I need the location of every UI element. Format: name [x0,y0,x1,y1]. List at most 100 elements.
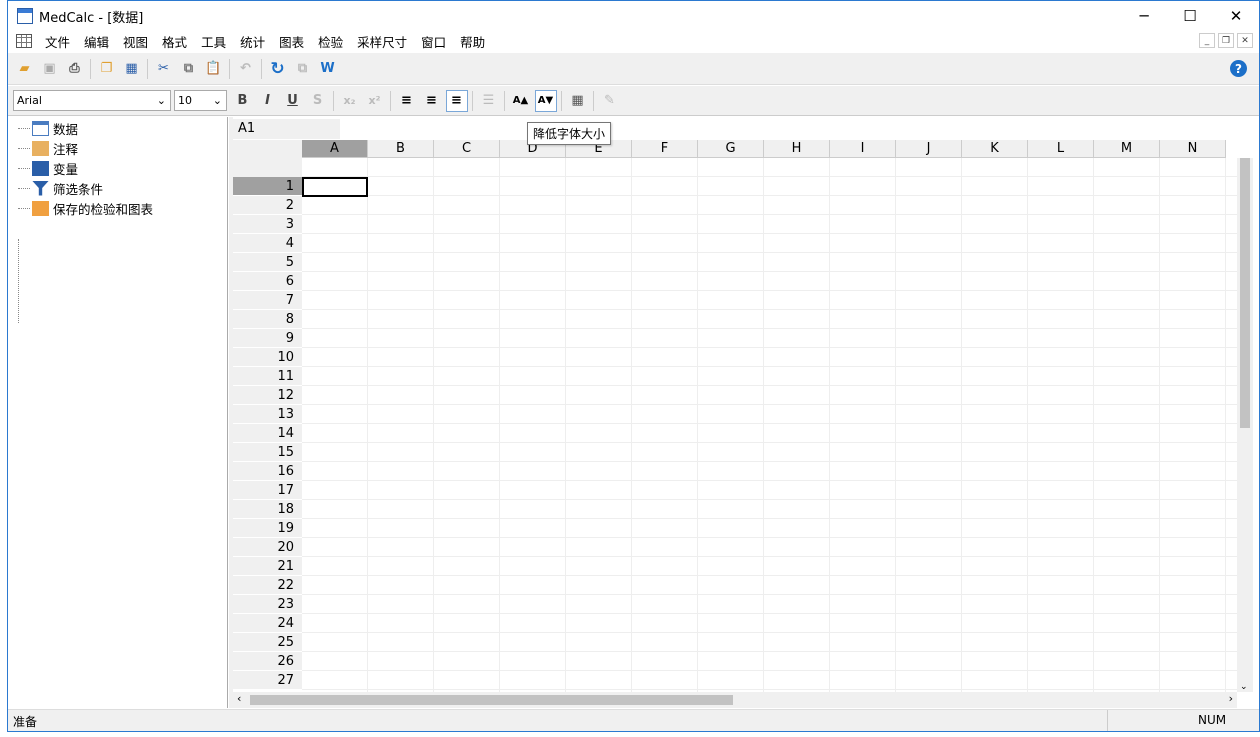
column-header[interactable]: I [830,140,896,158]
superscript-button[interactable]: x² [364,90,386,112]
column-header[interactable]: F [632,140,698,158]
align-left-icon[interactable]: ≡ [396,90,418,112]
saved-tests-icon [32,200,49,216]
row-header[interactable]: 17 [233,481,302,500]
menu-6[interactable]: 图表 [272,32,311,51]
decrease-font-button[interactable]: A▼ [534,89,557,112]
bullet-list-icon[interactable]: ☰ [478,90,500,112]
row-header[interactable]: 23 [233,595,302,614]
row-header[interactable]: 3 [233,215,302,234]
vertical-scrollbar[interactable]: ⌄ [1237,158,1253,692]
column-header[interactable]: N [1160,140,1226,158]
column-header[interactable]: A [302,140,368,158]
row-header[interactable]: 14 [233,424,302,443]
underline-button[interactable]: U [282,90,304,112]
help-icon[interactable]: ? [1230,60,1247,77]
tree-item[interactable]: 数据 [18,118,78,138]
format-painter-icon[interactable]: ✎ [599,90,621,112]
menu-10[interactable]: 帮助 [453,32,492,51]
horizontal-scrollbar[interactable]: ‹ › [233,692,1237,708]
corner-header[interactable] [233,140,302,177]
menu-0[interactable]: 文件 [38,32,77,51]
column-header[interactable]: K [962,140,1028,158]
row-header[interactable]: 26 [233,652,302,671]
column-header[interactable]: H [764,140,830,158]
maximize-button[interactable]: ☐ [1167,1,1213,31]
row-header[interactable]: 8 [233,310,302,329]
tree-item[interactable]: 注释 [18,138,78,158]
tree-item[interactable]: 变量 [18,158,78,178]
align-right-icon[interactable]: ≡ [445,89,468,112]
recalculate-icon[interactable]: ↻ [267,58,289,80]
row-header[interactable]: 21 [233,557,302,576]
save-icon[interactable]: ▣ [39,58,61,80]
child-close-button[interactable]: ✕ [1237,33,1253,48]
menu-4[interactable]: 工具 [194,32,233,51]
cut-icon[interactable]: ✂ [153,58,175,80]
document-grid-icon[interactable] [16,34,32,48]
export-word-icon[interactable]: W [317,58,339,80]
undo-icon[interactable]: ↶ [235,58,257,80]
row-header[interactable]: 4 [233,234,302,253]
main-toolbar: ▰ ▣ ⎙ ❐ ▦ ✂ ⧉ 📋 ↶ ↻ ⧉ W ? [8,53,1259,85]
copy-sheet-icon[interactable]: ❐ [96,58,118,80]
font-select[interactable]: Arial ⌄ [13,90,171,111]
row-header[interactable]: 15 [233,443,302,462]
row-header[interactable]: 22 [233,576,302,595]
column-header[interactable]: B [368,140,434,158]
row-header[interactable]: 19 [233,519,302,538]
row-header[interactable]: 10 [233,348,302,367]
menu-3[interactable]: 格式 [155,32,194,51]
row-header[interactable]: 27 [233,671,302,690]
menu-9[interactable]: 窗口 [414,32,453,51]
row-header[interactable]: 9 [233,329,302,348]
menu-2[interactable]: 视图 [116,32,155,51]
print-icon[interactable]: ⎙ [64,58,86,80]
column-header[interactable]: M [1094,140,1160,158]
column-header[interactable]: G [698,140,764,158]
row-header[interactable]: 20 [233,538,302,557]
row-header[interactable]: 6 [233,272,302,291]
row-header[interactable]: 25 [233,633,302,652]
row-header[interactable]: 12 [233,386,302,405]
child-minimize-button[interactable]: _ [1199,33,1215,48]
row-header[interactable]: 2 [233,196,302,215]
copy-results-icon[interactable]: ⧉ [292,58,314,80]
paste-icon[interactable]: 📋 [203,58,225,80]
active-cell[interactable] [302,177,368,197]
format-cells-icon[interactable]: ▦ [567,90,589,112]
menu-7[interactable]: 检验 [311,32,350,51]
menu-1[interactable]: 编辑 [77,32,116,51]
column-header[interactable]: J [896,140,962,158]
spreadsheet-grid[interactable]: A1 A B C D E F G H I J K L M N 1 2 3 4 5 6 7 8 9 10 11 12 13 14 15 16… [233,117,1260,708]
italic-button[interactable]: I [257,90,279,112]
bold-button[interactable]: B [232,90,254,112]
copy-icon[interactable]: ⧉ [178,58,200,80]
child-restore-button[interactable]: ❐ [1218,33,1234,48]
strikethrough-button[interactable]: S [307,90,329,112]
column-header[interactable]: C [434,140,500,158]
row-header[interactable]: 18 [233,500,302,519]
menu-5[interactable]: 统计 [233,32,272,51]
row-header[interactable]: 24 [233,614,302,633]
tree-item[interactable]: 筛选条件 [18,178,103,198]
increase-font-button[interactable]: A▲ [510,90,532,112]
row-header[interactable]: 5 [233,253,302,272]
menu-8[interactable]: 采样尺寸 [350,32,414,51]
column-header[interactable]: L [1028,140,1094,158]
row-header[interactable]: 13 [233,405,302,424]
row-header[interactable]: 16 [233,462,302,481]
row-header[interactable]: 11 [233,367,302,386]
row-header[interactable]: 7 [233,291,302,310]
font-size-select[interactable]: 10 ⌄ [174,90,227,111]
cell-name-box[interactable]: A1 [233,119,340,139]
align-center-icon[interactable]: ≡ [421,90,443,112]
row-header[interactable]: 1 [233,177,302,196]
tree-item[interactable]: 保存的检验和图表 [18,198,153,218]
minimize-button[interactable]: ─ [1121,1,1167,31]
status-bar: 准备 NUM [8,709,1259,731]
subscript-button[interactable]: x₂ [339,90,361,112]
open-folder-icon[interactable]: ▰ [14,58,36,80]
spreadsheet-icon[interactable]: ▦ [121,58,143,80]
close-button[interactable]: ✕ [1213,1,1259,31]
